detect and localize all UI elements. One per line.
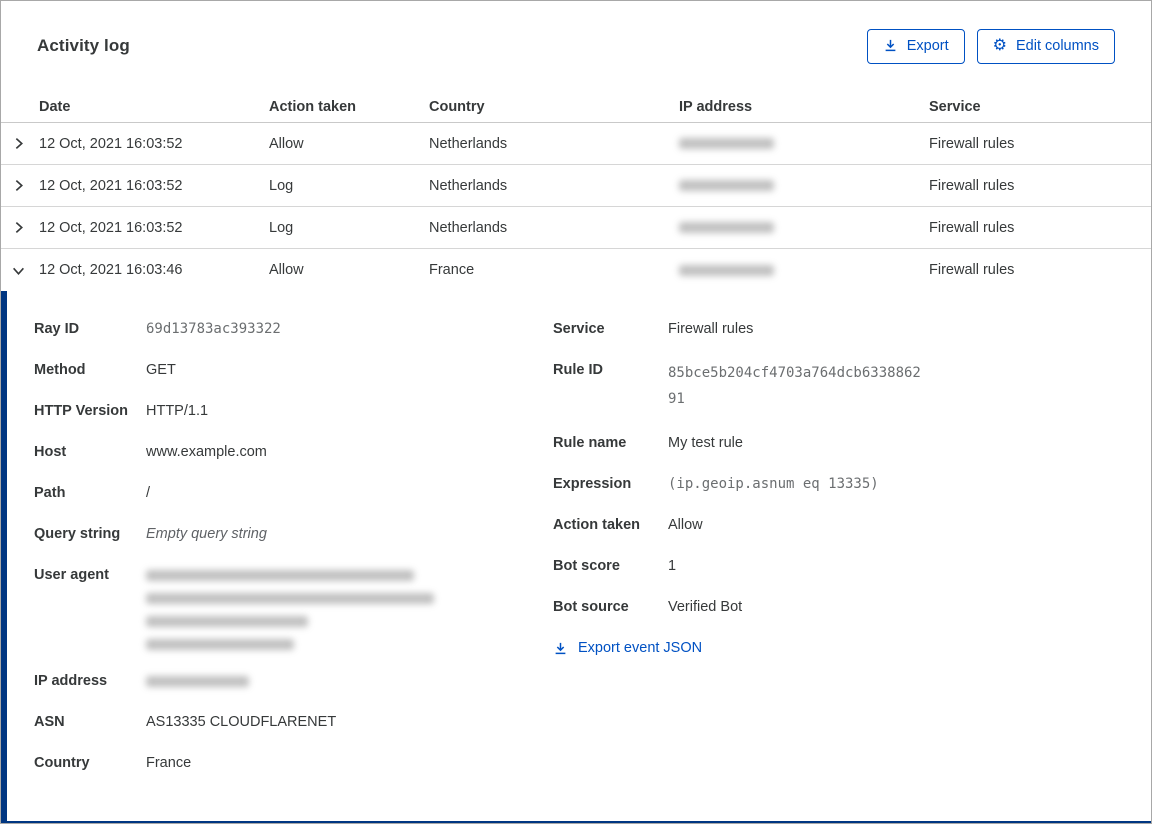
table-row[interactable]: 12 Oct, 2021 16:03:52 Log Netherlands Fi…: [1, 207, 1151, 249]
cell-action: Allow: [269, 135, 304, 152]
download-icon: [883, 38, 898, 53]
cell-date: 12 Oct, 2021 16:03:52: [39, 219, 183, 236]
detail-row-host: Host www.example.com: [34, 444, 267, 460]
detail-row-http-version: HTTP Version HTTP/1.1: [34, 403, 209, 419]
page-title: Activity log: [37, 36, 130, 55]
cell-service: Firewall rules: [929, 135, 1015, 152]
edit-columns-button[interactable]: ⚙ Edit columns: [976, 28, 1115, 64]
detail-column-right: Service Firewall rules Rule ID 85bce5b20…: [553, 319, 1115, 821]
edit-columns-button-label: Edit columns: [1015, 37, 1099, 54]
cell-country: Netherlands: [429, 219, 508, 236]
chevron-down-icon[interactable]: [1, 264, 39, 277]
topbar-actions: Export ⚙ Edit columns: [866, 28, 1115, 64]
export-event-json-link[interactable]: Export event JSON: [553, 638, 702, 658]
cell-date: 12 Oct, 2021 16:03:52: [39, 177, 183, 194]
cell-ip-redacted: [679, 180, 929, 191]
cell-country: Netherlands: [429, 177, 508, 194]
detail-row-ip-address: IP address: [34, 671, 553, 691]
column-header-country: Country: [429, 98, 485, 115]
cell-service: Firewall rules: [929, 177, 1015, 194]
column-header-service: Service: [929, 98, 981, 115]
column-header-ip-address: IP address: [679, 98, 753, 115]
column-header-date: Date: [39, 98, 71, 115]
detail-row-method: Method GET: [34, 362, 176, 378]
detail-row-service: Service Firewall rules: [553, 321, 754, 337]
cell-ip-redacted: [679, 138, 929, 149]
event-detail-panel: Ray ID 69d13783ac393322 Method GET HTTP …: [1, 291, 1151, 823]
table-row-expanded[interactable]: 12 Oct, 2021 16:03:46 Allow France Firew…: [1, 249, 1151, 291]
chevron-right-icon[interactable]: [1, 221, 39, 234]
export-button[interactable]: Export: [866, 28, 965, 64]
cell-service: Firewall rules: [929, 262, 1015, 278]
cell-service: Firewall rules: [929, 219, 1015, 236]
detail-row-path: Path /: [34, 485, 151, 501]
detail-row-bot-score: Bot score 1: [553, 558, 677, 574]
detail-row-bot-source: Bot source Verified Bot: [553, 599, 743, 615]
cell-ip-redacted: [679, 264, 929, 276]
cell-action: Log: [269, 219, 294, 236]
detail-row-user-agent: User agent: [34, 565, 553, 650]
detail-column-left: Ray ID 69d13783ac393322 Method GET HTTP …: [34, 319, 553, 821]
cell-date: 12 Oct, 2021 16:03:46: [39, 262, 183, 278]
export-button-label: Export: [906, 37, 949, 54]
chevron-right-icon[interactable]: [1, 137, 39, 150]
detail-row-rule-id: Rule ID 85bce5b204cf4703a764dcb633886291: [553, 362, 921, 407]
export-event-json-label: Export event JSON: [578, 640, 703, 656]
cell-date: 12 Oct, 2021 16:03:52: [39, 135, 183, 152]
cell-action: Allow: [269, 262, 304, 278]
user-agent-redacted: [146, 565, 434, 650]
detail-row-query-string: Query string Empty query string: [34, 526, 267, 542]
topbar: Activity log Export ⚙ Edit columns: [1, 1, 1151, 91]
table-header: Date Action taken Country IP address Ser…: [1, 91, 1151, 123]
chevron-right-icon[interactable]: [1, 179, 39, 192]
ip-address-redacted: [146, 671, 249, 691]
detail-row-ray-id: Ray ID 69d13783ac393322: [34, 321, 281, 337]
activity-log-page: Activity log Export ⚙ Edit columns Date …: [0, 0, 1152, 824]
detail-row-country: Country France: [34, 755, 192, 771]
cell-ip-redacted: [679, 222, 929, 233]
detail-row-action-taken: Action taken Allow: [553, 517, 703, 533]
table-row[interactable]: 12 Oct, 2021 16:03:52 Allow Netherlands …: [1, 123, 1151, 165]
column-header-action-taken: Action taken: [269, 98, 357, 115]
detail-row-expression: Expression (ip.geoip.asnum eq 13335): [553, 476, 879, 492]
cell-country: Netherlands: [429, 135, 508, 152]
cell-action: Log: [269, 177, 294, 194]
gear-icon: ⚙: [992, 36, 1007, 54]
cell-country: France: [429, 262, 475, 278]
table-row[interactable]: 12 Oct, 2021 16:03:52 Log Netherlands Fi…: [1, 165, 1151, 207]
detail-row-rule-name: Rule name My test rule: [553, 435, 743, 451]
detail-row-asn: ASN AS13335 CLOUDFLARENET: [34, 714, 337, 730]
download-icon: [553, 641, 568, 656]
